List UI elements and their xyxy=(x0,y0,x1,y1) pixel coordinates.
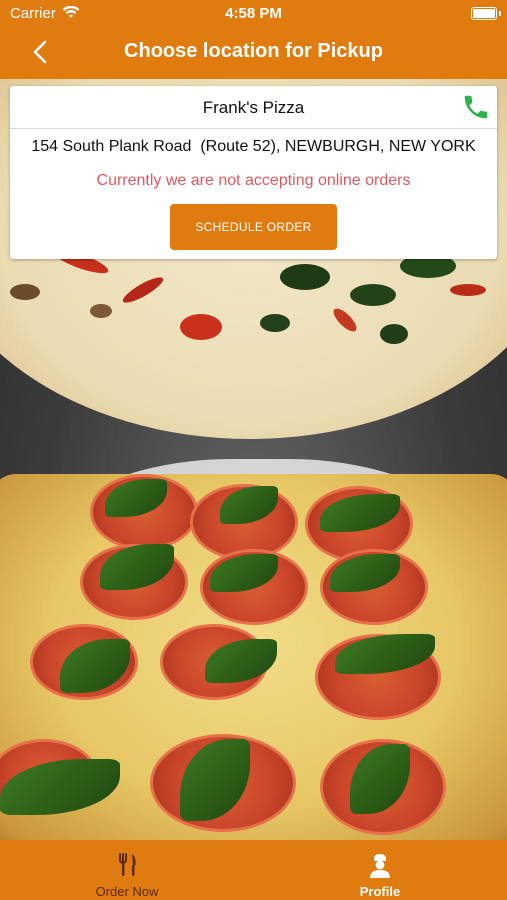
tab-profile[interactable]: Profile xyxy=(280,840,480,900)
schedule-order-button[interactable]: SCHEDULE ORDER xyxy=(170,204,337,250)
clock: 4:58 PM xyxy=(225,5,282,22)
battery-tip xyxy=(499,11,501,16)
location-card: Frank's Pizza 154 South Plank Road (Rout… xyxy=(10,86,497,259)
battery-icon xyxy=(471,7,497,20)
fork-knife-icon xyxy=(119,853,136,876)
bottom-tab-bar: Order Now Profile xyxy=(0,840,507,900)
store-name: Frank's Pizza xyxy=(202,98,305,117)
store-address: 154 South Plank Road (Route 52), NEWBURG… xyxy=(31,138,476,155)
card-divider xyxy=(10,128,497,129)
phone-icon[interactable] xyxy=(461,92,491,122)
tab-order-now[interactable]: Order Now xyxy=(27,840,227,900)
ordering-status-notice: Currently we are not accepting online or… xyxy=(96,172,411,189)
chef-profile-icon xyxy=(370,854,390,878)
status-bar: Carrier 4:58 PM xyxy=(0,0,507,28)
page-title: Choose location for Pickup xyxy=(124,40,383,62)
tab-order-now-label: Order Now xyxy=(95,884,159,899)
app-header: Carrier 4:58 PM Choose location for Pick… xyxy=(0,0,507,79)
square-pizza-image xyxy=(0,474,507,840)
tab-profile-label: Profile xyxy=(359,884,401,899)
